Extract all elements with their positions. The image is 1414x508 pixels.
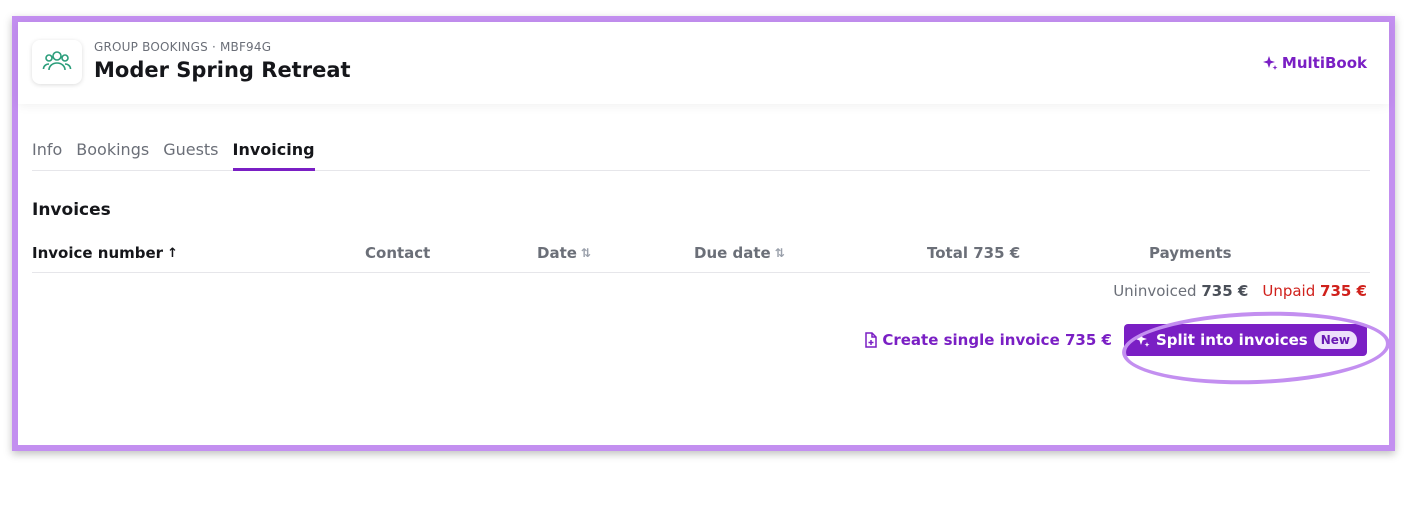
group-logo	[32, 40, 82, 84]
tab-bar: Info Bookings Guests Invoicing	[32, 134, 1370, 171]
uninvoiced-value: 735 €	[1201, 282, 1249, 300]
column-date-label: Date	[537, 244, 577, 262]
tab-invoicing[interactable]: Invoicing	[232, 134, 315, 171]
sort-ascending-icon: ↑	[167, 245, 178, 261]
invoices-heading: Invoices	[32, 200, 111, 220]
multibook-link[interactable]: MultiBook	[1262, 54, 1367, 72]
sort-both-icon: ⇅	[580, 246, 591, 260]
column-due-date[interactable]: Due date ⇅	[694, 244, 785, 262]
unpaid-summary: Unpaid 735 €	[1262, 282, 1367, 300]
page-title: Moder Spring Retreat	[94, 58, 351, 82]
tab-guests[interactable]: Guests	[163, 134, 218, 171]
create-single-invoice-label: Create single invoice 735 €	[882, 331, 1112, 349]
column-due-date-label: Due date	[694, 244, 771, 262]
column-payments-label: Payments	[1149, 244, 1232, 262]
split-into-invoices-label: Split into invoices	[1155, 331, 1308, 349]
sparkle-icon	[1134, 333, 1150, 347]
add-document-icon	[865, 332, 878, 348]
brand-label: MultiBook	[1281, 54, 1367, 72]
split-into-invoices-button[interactable]: Split into invoices New	[1123, 324, 1367, 356]
invoice-table-header: Invoice number ↑ Contact Date ⇅ Due date…	[32, 240, 1370, 273]
invoice-actions: Create single invoice 735 € Split into i…	[864, 324, 1367, 356]
page-eyebrow: GROUP BOOKINGS · MBF94G	[94, 40, 272, 54]
group-people-icon	[42, 51, 72, 71]
app-frame: GROUP BOOKINGS · MBF94G Moder Spring Ret…	[12, 16, 1395, 451]
page-header: GROUP BOOKINGS · MBF94G Moder Spring Ret…	[18, 22, 1389, 104]
column-contact: Contact	[365, 244, 430, 262]
column-invoice-number-label: Invoice number	[32, 244, 164, 262]
new-badge: New	[1313, 331, 1357, 349]
sort-both-icon: ⇅	[774, 246, 785, 260]
column-invoice-number[interactable]: Invoice number ↑	[32, 244, 178, 262]
uninvoiced-label: Uninvoiced	[1113, 282, 1197, 300]
create-single-invoice-button[interactable]: Create single invoice 735 €	[864, 331, 1112, 349]
invoice-summary: Uninvoiced 735 € Unpaid 735 €	[1113, 282, 1367, 300]
unpaid-label: Unpaid	[1262, 282, 1316, 300]
column-contact-label: Contact	[365, 244, 431, 262]
tab-bookings[interactable]: Bookings	[76, 134, 149, 171]
column-total: Total 735 €	[927, 244, 1020, 262]
uninvoiced-summary: Uninvoiced 735 €	[1113, 282, 1248, 300]
column-total-label: Total 735 €	[927, 244, 1021, 262]
column-payments: Payments	[1149, 244, 1232, 262]
unpaid-value: 735 €	[1320, 282, 1367, 300]
column-date[interactable]: Date ⇅	[537, 244, 591, 262]
sparkle-icon	[1262, 56, 1278, 70]
tab-info[interactable]: Info	[32, 134, 62, 171]
